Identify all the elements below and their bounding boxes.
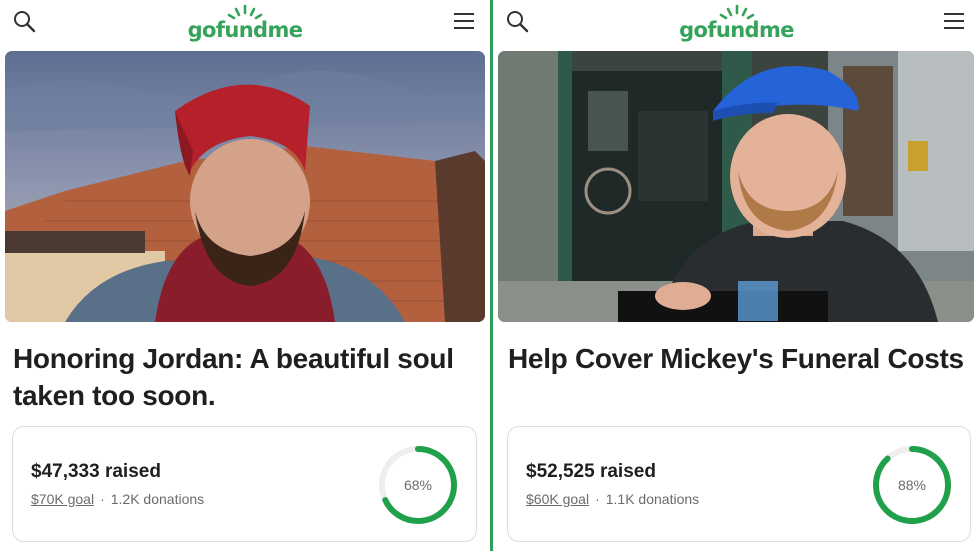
donation-count: 1.2K donations xyxy=(110,491,205,507)
logo-text: gofundme xyxy=(187,18,303,42)
search-icon[interactable] xyxy=(505,9,531,35)
campaign-title[interactable]: Help Cover Mickey's Funeral Costs xyxy=(508,340,973,377)
campaign-card-panel-right: gofundme Help Cover Mickey's Funeral Cos… xyxy=(493,0,980,551)
top-bar: gofundme xyxy=(493,0,980,46)
separator-dot: · xyxy=(595,491,600,507)
campaign-title[interactable]: Honoring Jordan: A beautiful soul taken … xyxy=(13,340,478,414)
campaign-card-panel-left: gofundme Honoring Jordan: A beautiful so… xyxy=(0,0,490,551)
gofundme-logo[interactable]: gofundme xyxy=(672,4,802,44)
search-icon[interactable] xyxy=(12,9,38,35)
donation-count: 1.1K donations xyxy=(605,491,700,507)
top-bar: gofundme xyxy=(0,0,490,46)
hamburger-menu-icon[interactable] xyxy=(944,12,964,30)
goal-meta: $60K goal · 1.1K donations xyxy=(526,491,699,507)
hamburger-menu-icon[interactable] xyxy=(454,12,474,30)
progress-card[interactable]: $47,333 raised $70K goal · 1.2K donations … xyxy=(12,426,477,542)
amount-raised: $52,525 raised xyxy=(526,461,656,482)
gofundme-logo[interactable]: gofundme xyxy=(180,4,310,44)
logo-text: gofundme xyxy=(679,18,794,42)
progress-card[interactable]: $52,525 raised $60K goal · 1.1K donations … xyxy=(507,426,971,542)
progress-percent: 88% xyxy=(897,477,927,493)
goal-meta: $70K goal · 1.2K donations xyxy=(31,491,204,507)
goal-link[interactable]: $60K goal xyxy=(526,491,589,507)
goal-link[interactable]: $70K goal xyxy=(31,491,94,507)
amount-raised: $47,333 raised xyxy=(31,461,161,482)
campaign-photo[interactable] xyxy=(5,51,485,322)
progress-percent: 68% xyxy=(403,477,433,493)
separator-dot: · xyxy=(100,491,105,507)
campaign-photo[interactable] xyxy=(498,51,974,322)
